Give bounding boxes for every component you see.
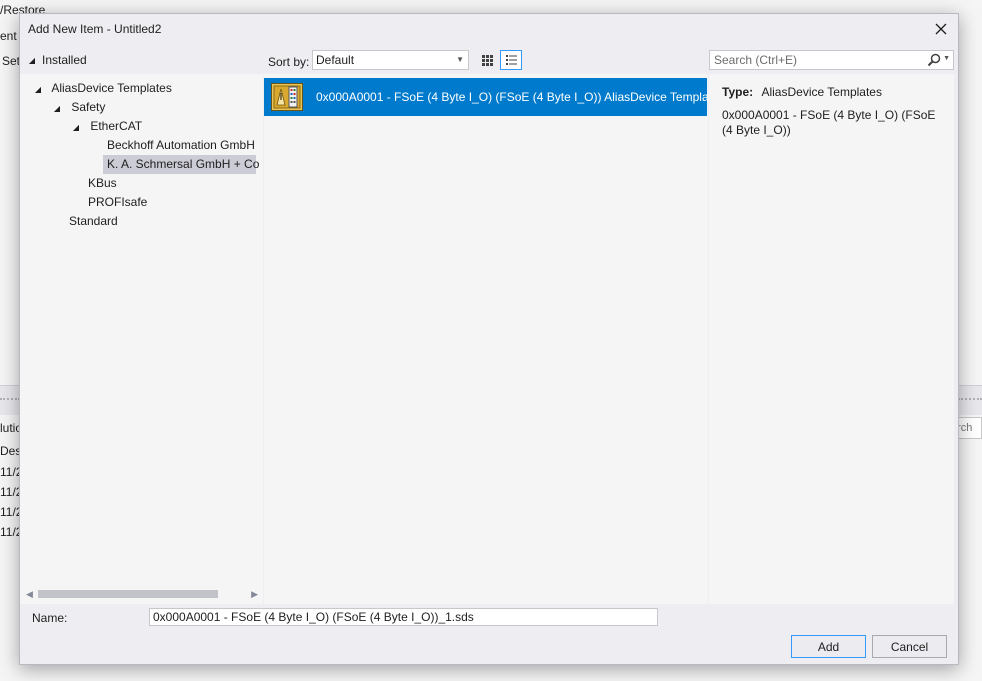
chevron-down-icon: ▼ bbox=[456, 55, 464, 64]
tree-item-label: EtherCAT bbox=[90, 119, 143, 133]
sort-dropdown[interactable]: Default ▼ bbox=[312, 50, 469, 70]
tree-item-label: KBus bbox=[88, 176, 117, 190]
collapse-triangle-icon[interactable]: ◢ bbox=[26, 56, 38, 65]
name-label: Name: bbox=[32, 611, 68, 625]
medium-icons-view-button[interactable] bbox=[476, 50, 498, 70]
tree-item-label: PROFIsafe bbox=[88, 195, 148, 209]
list-view-icon bbox=[505, 55, 517, 65]
list-view-button[interactable] bbox=[500, 50, 522, 70]
dialog-title: Add New Item - Untitled2 bbox=[28, 22, 162, 36]
collapse-triangle-icon[interactable]: ◢ bbox=[70, 118, 82, 137]
tree-item-label: Beckhoff Automation GmbH bbox=[107, 138, 255, 152]
tree-item-ethercat[interactable]: ◢ EtherCAT bbox=[70, 117, 142, 136]
list-item-label: 0x000A0001 - FSoE (4 Byte I_O) (FSoE (4 … bbox=[316, 90, 725, 104]
splitter-grip bbox=[0, 398, 20, 404]
details-type: Type: AliasDevice Templates bbox=[722, 85, 882, 99]
details-pane: Type: AliasDevice Templates 0x000A0001 -… bbox=[709, 74, 954, 604]
add-button[interactable]: Add bbox=[791, 635, 866, 658]
tree-item-schmersal[interactable]: K. A. Schmersal GmbH + Co bbox=[103, 155, 260, 174]
tree-item-aliasdevice-templates[interactable]: ◢ AliasDevice Templates bbox=[32, 79, 172, 98]
name-input[interactable] bbox=[149, 608, 658, 626]
splitter-grip bbox=[958, 398, 982, 404]
scroll-left-arrow-icon[interactable]: ◀ bbox=[26, 587, 33, 601]
tree-item-label: K. A. Schmersal GmbH + Co bbox=[107, 157, 260, 171]
search-input[interactable] bbox=[710, 51, 918, 69]
search-box[interactable]: ▼ bbox=[709, 50, 954, 70]
scrollbar-thumb[interactable] bbox=[38, 590, 218, 598]
tree-item-kbus[interactable]: KBus bbox=[84, 174, 121, 193]
tree-header-label: Installed bbox=[42, 53, 87, 67]
device-template-icon bbox=[271, 83, 303, 111]
tree-item-standard[interactable]: Standard bbox=[65, 212, 122, 231]
sort-dropdown-value: Default bbox=[316, 53, 355, 67]
tree-item-profisafe[interactable]: PROFIsafe bbox=[84, 193, 151, 212]
tree-item-label: Safety bbox=[71, 100, 106, 114]
chevron-down-icon[interactable]: ▼ bbox=[943, 55, 950, 62]
details-type-label: Type: bbox=[722, 85, 754, 99]
tree-header-installed[interactable]: ◢ Installed bbox=[26, 50, 87, 70]
sort-label: Sort by: bbox=[268, 55, 310, 69]
details-description: 0x000A0001 - FSoE (4 Byte I_O) (FSoE (4 … bbox=[722, 108, 936, 137]
collapse-triangle-icon[interactable]: ◢ bbox=[32, 80, 44, 99]
cancel-button[interactable]: Cancel bbox=[872, 635, 947, 658]
tree-item-label: AliasDevice Templates bbox=[51, 81, 172, 95]
tree-horizontal-scrollbar[interactable]: ◀ ▶ bbox=[24, 587, 260, 601]
collapse-triangle-icon[interactable]: ◢ bbox=[51, 99, 63, 118]
tree-item-label: Standard bbox=[69, 214, 118, 228]
close-icon bbox=[935, 23, 947, 35]
scroll-right-arrow-icon[interactable]: ▶ bbox=[251, 587, 258, 601]
grid-view-icon bbox=[481, 54, 493, 66]
dialog-titlebar: Add New Item - Untitled2 bbox=[20, 14, 958, 44]
template-list: 0x000A0001 - FSoE (4 Byte I_O) (FSoE (4 … bbox=[264, 74, 725, 604]
close-button[interactable] bbox=[930, 18, 952, 40]
add-new-item-dialog: Add New Item - Untitled2 ◢ Installed ◢ A… bbox=[19, 13, 959, 665]
background-text: Set bbox=[2, 54, 21, 68]
sort-toolbar: Sort by: Default ▼ bbox=[264, 48, 708, 74]
list-item-fsoe-template[interactable]: 0x000A0001 - FSoE (4 Byte I_O) (FSoE (4 … bbox=[264, 78, 725, 116]
details-type-value: AliasDevice Templates bbox=[761, 85, 882, 99]
background-text: ent bbox=[0, 29, 17, 43]
tree-item-safety[interactable]: ◢ Safety bbox=[51, 98, 105, 117]
template-tree: ◢ AliasDevice Templates ◢ Safety ◢ Ether… bbox=[20, 74, 263, 604]
tree-item-beckhoff[interactable]: Beckhoff Automation GmbH bbox=[103, 136, 259, 155]
search-icon[interactable] bbox=[927, 53, 941, 70]
